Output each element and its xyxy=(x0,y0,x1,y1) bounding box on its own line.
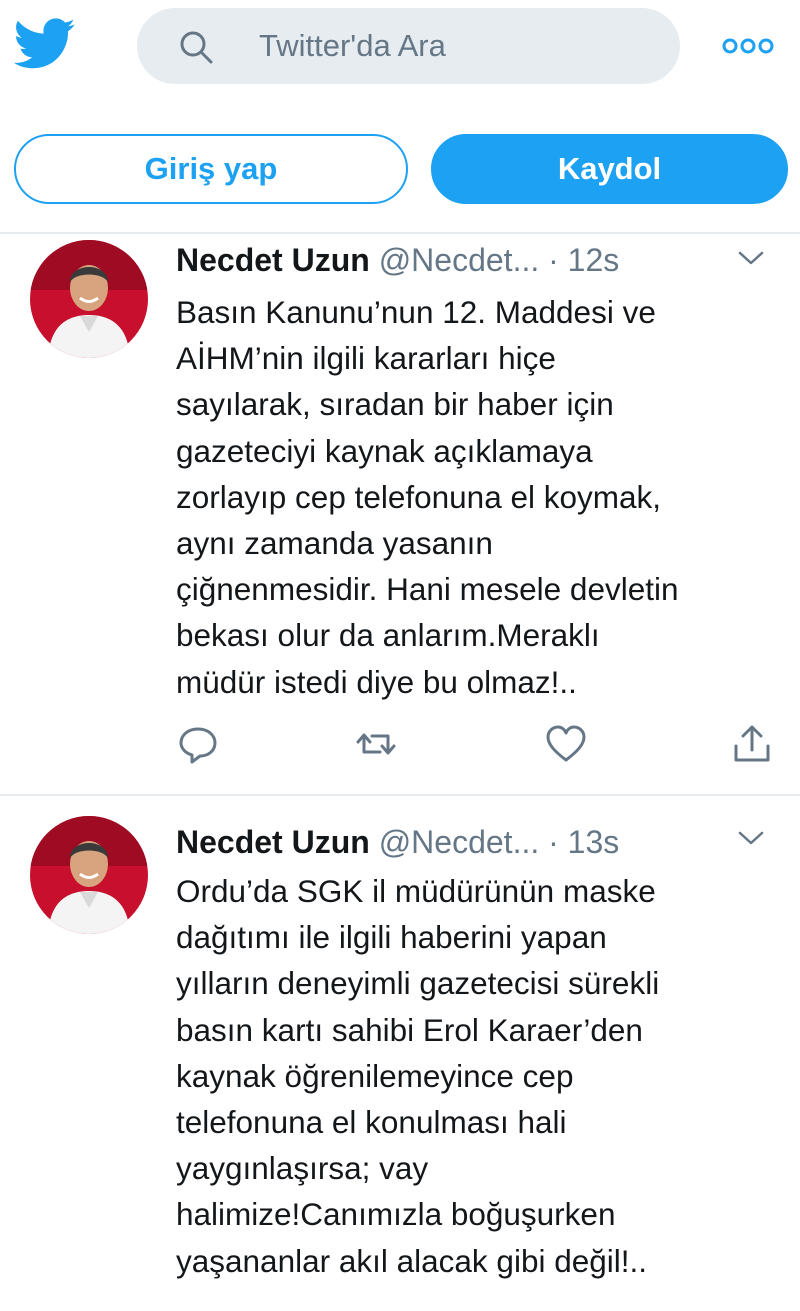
tweet-line: AİHM’nin ilgili kararları hiçe xyxy=(176,340,556,377)
tweet-line: müdür istedi diye bu olmaz!.. xyxy=(176,663,577,700)
avatar-photo xyxy=(30,240,148,358)
avatar-photo xyxy=(30,816,148,934)
avatar[interactable] xyxy=(30,240,148,358)
like-heart-icon[interactable] xyxy=(544,722,588,766)
tweet-line: halimize!Canımızla boğuşurken xyxy=(176,1196,616,1233)
search-input[interactable]: Twitter'da Ara xyxy=(137,8,680,84)
tweet-line: yaygınlaşırsa; vay xyxy=(176,1150,429,1187)
tweet-line: Basın Kanunu’nun 12. Maddesi ve xyxy=(176,294,656,330)
tweet-line: gazeteciyi kaynak açıklamaya xyxy=(176,432,593,469)
reply-icon[interactable] xyxy=(176,722,220,766)
search-placeholder: Twitter'da Ara xyxy=(259,28,446,63)
tweet-line: yaşananlar akıl alacak gibi değil!.. xyxy=(176,1242,648,1279)
tweet-header: Necdet Uzun @Necdet... · 12s xyxy=(176,240,619,280)
tweet-line: Ordu’da SGK il müdürünün maske xyxy=(176,873,656,909)
auth-bar: Giriş yap Kaydol xyxy=(0,132,800,212)
twitter-bird-icon[interactable] xyxy=(14,18,76,70)
tweet-timestamp[interactable]: 13s xyxy=(568,824,620,860)
tweet-line: telefonuna el konulması hali xyxy=(176,1104,567,1141)
search-icon xyxy=(180,31,213,64)
tweet-line: çiğnenmesidir. Hani mesele devletin xyxy=(176,571,679,608)
tweet-line: bekası olur da anlarım.Meraklı xyxy=(176,617,600,654)
tweet-text: Ordu’da SGK il müdürünün maske dağıtımı … xyxy=(176,868,786,1284)
login-button[interactable]: Giriş yap xyxy=(14,134,408,204)
tweet-line: yılların deneyimli gazetecisi sürekli xyxy=(176,965,660,1002)
top-bar: Twitter'da Ara xyxy=(0,0,800,92)
chevron-down-icon[interactable] xyxy=(736,828,766,848)
tweet-author-handle[interactable]: @Necdet... xyxy=(379,824,540,860)
tweet-separator: · xyxy=(548,824,559,860)
more-options-icon[interactable] xyxy=(722,36,774,56)
avatar[interactable] xyxy=(30,816,148,934)
tweet-author-handle[interactable]: @Necdet... xyxy=(379,242,540,278)
tweet-separator: · xyxy=(548,242,559,278)
retweet-icon[interactable] xyxy=(354,722,398,766)
tweet-line: kaynak öğrenilemeyince cep xyxy=(176,1057,574,1094)
tweet[interactable]: Necdet Uzun @Necdet... · 13s Ordu’da SGK… xyxy=(0,796,800,1311)
tweet-author-name[interactable]: Necdet Uzun xyxy=(176,824,370,860)
tweet[interactable]: Necdet Uzun @Necdet... · 12s Basın Kanun… xyxy=(0,234,800,794)
tweet-line: dağıtımı ile ilgili haberini yapan xyxy=(176,919,607,956)
tweet-text: Basın Kanunu’nun 12. Maddesi ve AİHM’nin… xyxy=(176,289,786,705)
tweet-line: basın kartı sahibi Erol Karaer’den xyxy=(176,1011,643,1048)
tweet-author-name[interactable]: Necdet Uzun xyxy=(176,242,370,278)
tweet-timestamp[interactable]: 12s xyxy=(568,242,620,278)
tweet-actions xyxy=(0,722,800,772)
signup-button[interactable]: Kaydol xyxy=(431,134,788,204)
tweet-header: Necdet Uzun @Necdet... · 13s xyxy=(176,822,619,862)
chevron-down-icon[interactable] xyxy=(736,248,766,268)
tweet-line: aynı zamanda yasanın xyxy=(176,525,493,562)
tweet-line: sayılarak, sıradan bir haber için xyxy=(176,386,614,423)
tweet-line: zorlayıp cep telefonuna el koymak, xyxy=(176,478,662,515)
share-icon[interactable] xyxy=(730,722,774,766)
